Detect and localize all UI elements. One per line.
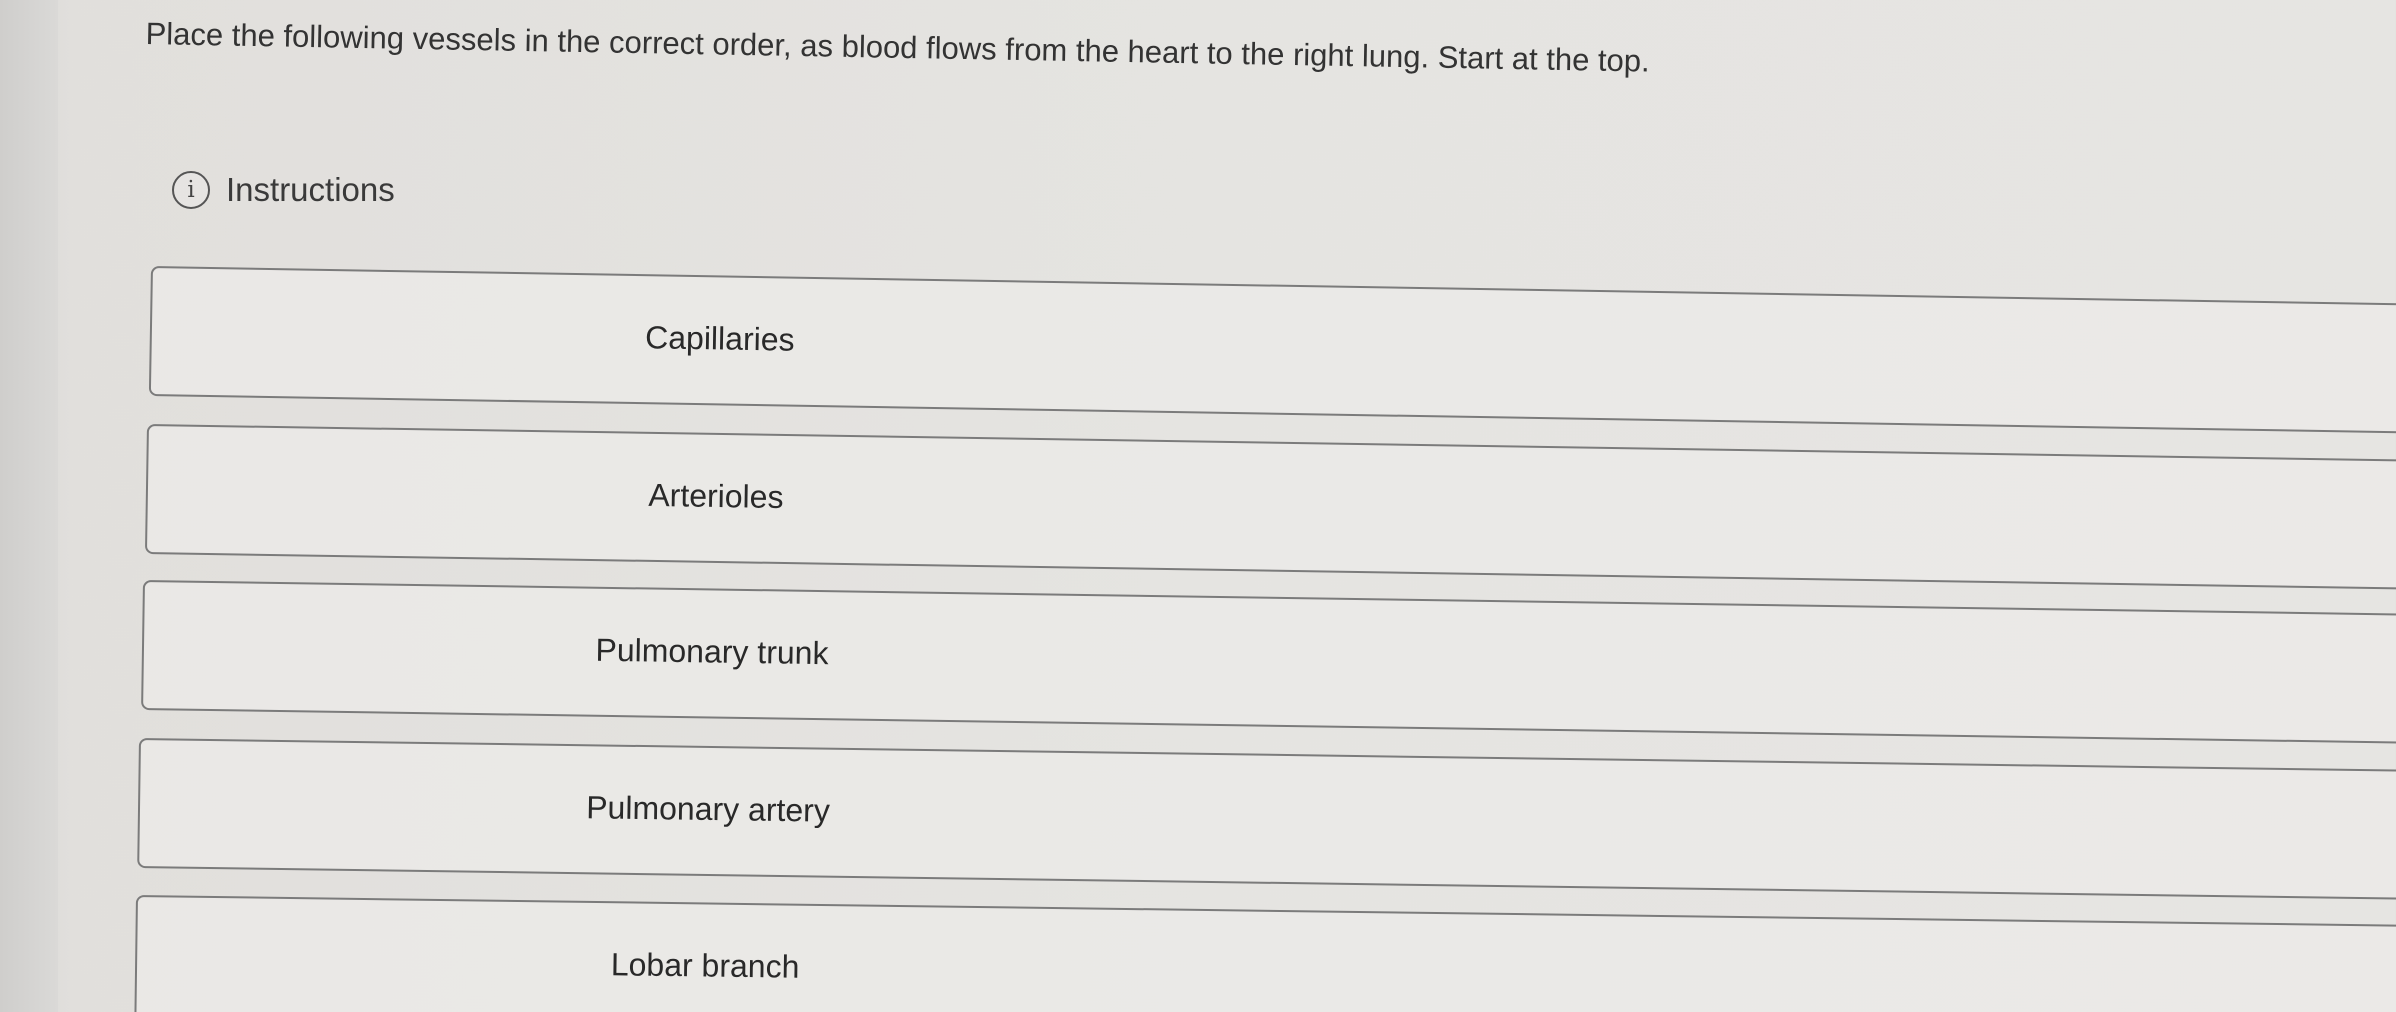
order-item-lobar-branch[interactable]: Lobar branch [134, 895, 2396, 1012]
order-item-label: Capillaries [644, 319, 795, 358]
order-item-capillaries[interactable]: Capillaries [148, 266, 2396, 436]
order-item-arterioles[interactable]: Arterioles [144, 424, 2396, 592]
order-item-pulmonary-artery[interactable]: Pulmonary artery [137, 738, 2396, 901]
order-item-label: Pulmonary artery [585, 789, 831, 829]
order-item-pulmonary-trunk[interactable]: Pulmonary trunk [141, 580, 2396, 745]
ordering-list: Capillaries Arterioles Pulmonary trunk P… [0, 0, 2396, 1012]
order-item-label: Arterioles [648, 476, 784, 516]
order-item-label: Pulmonary trunk [595, 631, 829, 672]
order-item-label: Lobar branch [610, 946, 800, 985]
